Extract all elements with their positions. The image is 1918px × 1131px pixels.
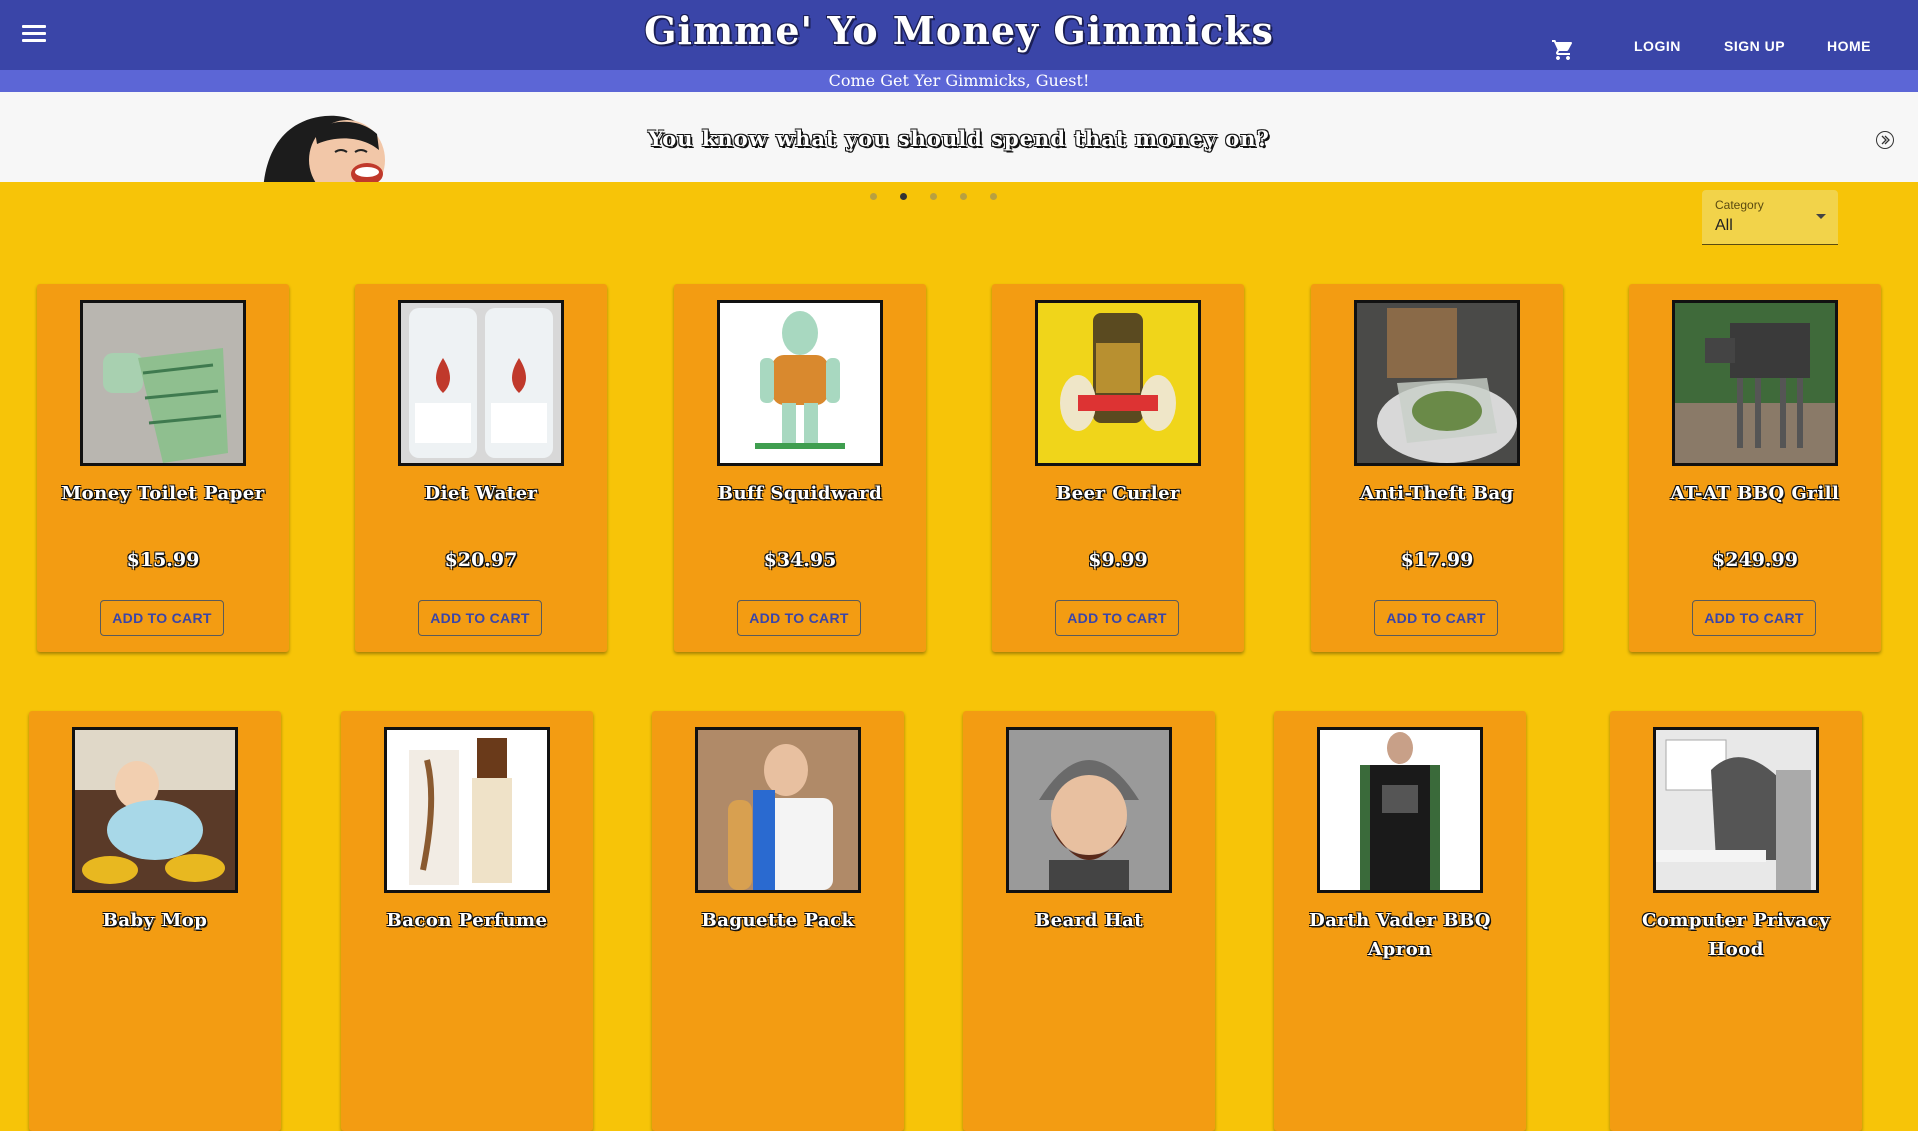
product-card: Money Toilet Paper $15.99 ADD TO CART [37,284,289,652]
product-card: Baguette Pack [652,711,904,1131]
add-to-cart-button[interactable]: ADD TO CART [1692,600,1816,636]
dropdown-arrow-icon [1816,214,1826,219]
add-to-cart-button[interactable]: ADD TO CART [1055,600,1179,636]
app-bar: Gimme' Yo Money Gimmicks LOGIN SIGN UP H… [0,0,1918,70]
product-card: Diet Water $20.97 ADD TO CART [355,284,607,652]
product-image[interactable] [1354,300,1520,466]
signup-link[interactable]: SIGN UP [1724,38,1785,54]
site-title: Gimme' Yo Money Gimmicks [644,8,1274,53]
product-price: $17.99 [1400,549,1474,571]
product-name: AT-AT BBQ Grill [1670,483,1840,504]
carousel-dot-1[interactable] [870,193,877,200]
product-name: Baguette Pack [701,910,855,931]
greeting-bar: Come Get Yer Gimmicks, Guest! [0,70,1918,92]
product-name: Darth Vader BBQ Apron [1309,910,1491,960]
carousel-dot-2[interactable] [900,193,907,200]
product-image[interactable] [1035,300,1201,466]
product-name: Money Toilet Paper [61,483,265,504]
product-card: Bacon Perfume [341,711,593,1131]
product-card: Beer Curler $9.99 ADD TO CART [992,284,1244,652]
product-image[interactable] [1653,727,1819,893]
product-name: Computer Privacy Hood [1642,910,1830,960]
product-image[interactable] [384,727,550,893]
product-name: Anti-Theft Bag [1360,483,1514,504]
product-card: Darth Vader BBQ Apron [1274,711,1526,1131]
product-price: $34.95 [763,549,837,571]
shopping-cart-icon[interactable] [1550,38,1576,62]
product-card: AT-AT BBQ Grill $249.99 ADD TO CART [1629,284,1881,652]
product-card: Beard Hat [963,711,1215,1131]
carousel-next-icon[interactable] [1876,131,1894,149]
add-to-cart-button[interactable]: ADD TO CART [737,600,861,636]
product-card: Anti-Theft Bag $17.99 ADD TO CART [1311,284,1563,652]
product-card: Computer Privacy Hood [1610,711,1862,1131]
carousel-dot-4[interactable] [960,193,967,200]
product-price: $9.99 [1088,549,1148,571]
product-price: $20.97 [444,549,518,571]
product-name: Diet Water [424,483,538,504]
product-image[interactable] [72,727,238,893]
home-link[interactable]: HOME [1827,38,1871,54]
add-to-cart-button[interactable]: ADD TO CART [418,600,542,636]
category-select[interactable]: Category All [1702,190,1838,245]
add-to-cart-button[interactable]: ADD TO CART [100,600,224,636]
add-to-cart-button[interactable]: ADD TO CART [1374,600,1498,636]
product-image[interactable] [80,300,246,466]
product-image[interactable] [717,300,883,466]
category-label: Category [1715,198,1764,212]
product-image[interactable] [398,300,564,466]
product-image[interactable] [1317,727,1483,893]
product-image[interactable] [1672,300,1838,466]
category-value: All [1715,217,1733,234]
product-name: Beer Curler [1055,483,1181,504]
product-name: Beard Hat [1034,910,1144,931]
product-name: Bacon Perfume [386,910,548,931]
login-link[interactable]: LOGIN [1634,38,1681,54]
product-image[interactable] [1006,727,1172,893]
product-image[interactable] [695,727,861,893]
carousel-dot-3[interactable] [930,193,937,200]
carousel-dot-5[interactable] [990,193,997,200]
product-price: $249.99 [1712,549,1798,571]
product-price: $15.99 [126,549,200,571]
product-card: Baby Mop [29,711,281,1131]
promo-carousel: You know what you should spend that mone… [0,92,1918,182]
product-name: Baby Mop [102,910,208,931]
banner-text: You know what you should spend that mone… [648,126,1270,151]
product-card: Buff Squidward $34.95 ADD TO CART [674,284,926,652]
product-name: Buff Squidward [717,483,883,504]
